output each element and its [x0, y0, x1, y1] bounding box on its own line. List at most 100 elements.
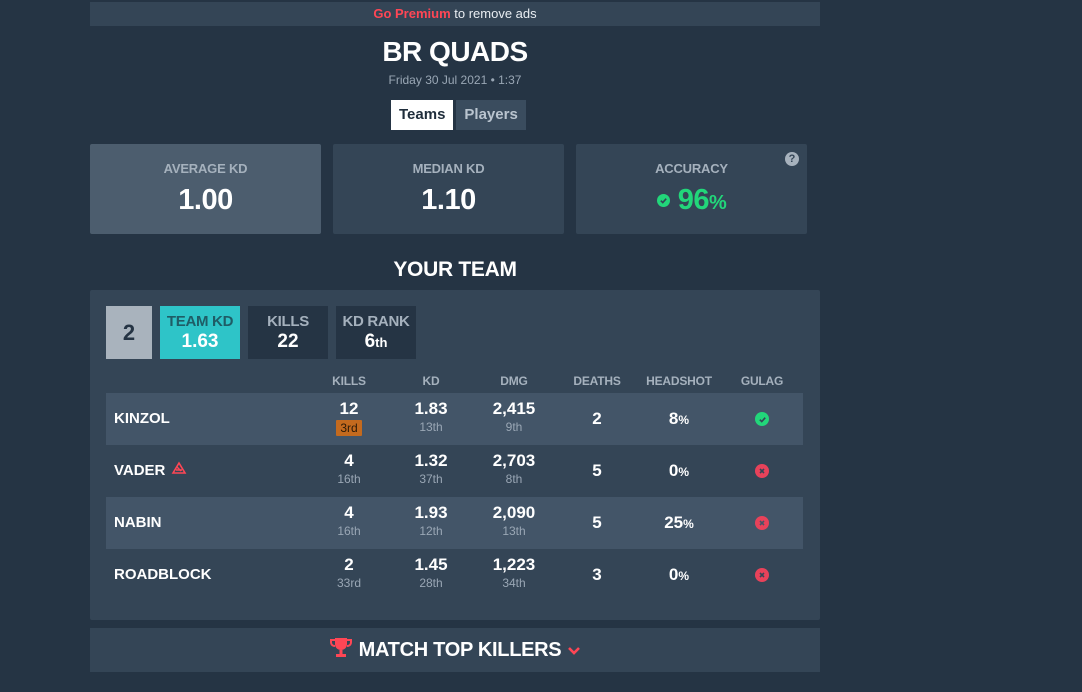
dmg-cell: 1,223 34th	[474, 555, 554, 591]
team-kd-pill: TEAM KD 1.63	[160, 306, 240, 359]
kills-cell: 4 16th	[309, 503, 389, 539]
kills-rank: 16th	[337, 472, 361, 486]
player-name[interactable]: NABIN	[114, 497, 162, 549]
match-top-killers-toggle[interactable]: MATCH TOP KILLERS	[90, 628, 820, 672]
ad-banner: Go Premium to remove ads	[90, 2, 820, 26]
kills-rank: 3rd	[336, 420, 362, 436]
kd-cell: 1.32 37th	[391, 451, 471, 487]
accuracy-value: 96%	[576, 184, 807, 217]
kd-rank-value: 6th	[336, 331, 416, 353]
kills-rank: 33rd	[336, 576, 362, 590]
dmg-rank: 13th	[502, 524, 526, 538]
deaths-cell: 5	[557, 497, 637, 549]
median-kd-label: MEDIAN KD	[412, 161, 485, 176]
accuracy-number: 96	[677, 184, 710, 216]
check-circle-icon	[656, 194, 670, 207]
deaths-cell: 3	[557, 549, 637, 601]
col-header-kd: KD	[422, 374, 440, 388]
col-header-kills: KILLS	[332, 374, 366, 388]
dmg-cell: 2,415 9th	[474, 399, 554, 435]
match-top-killers-label: MATCH TOP KILLERS	[358, 638, 562, 661]
dmg-cell: 2,090 13th	[474, 503, 554, 539]
team-kills-label: KILLS	[267, 313, 309, 330]
kd-rank-number: 6	[364, 331, 376, 352]
average-kd-label: AVERAGE KD	[163, 161, 248, 176]
dmg-cell: 2,703 8th	[474, 451, 554, 487]
match-title: BR QUADS	[382, 36, 528, 67]
kd-rank: 37th	[419, 472, 443, 486]
headshot-value: 0	[668, 565, 679, 584]
accuracy-unit: %	[708, 192, 727, 214]
tab-players[interactable]: Players	[456, 100, 526, 130]
median-kd-card: MEDIAN KD 1.10	[333, 144, 564, 234]
dmg-value: 1,223	[492, 555, 536, 574]
view-tabs: Teams Players	[391, 100, 526, 130]
table-row[interactable]: ROADBLOCK 2 33rd 1.45 28th 1,223 34th 3 …	[106, 549, 803, 601]
kd-rank: 12th	[419, 524, 443, 538]
player-name[interactable]: VADER	[114, 445, 165, 497]
kills-cell: 12 3rd	[309, 399, 389, 437]
col-header-gulag: GULAG	[740, 374, 784, 388]
deaths-cell: 5	[557, 445, 637, 497]
dmg-value: 2,090	[492, 503, 536, 522]
player-name[interactable]: KINZOL	[114, 393, 170, 445]
team-kd-label: TEAM KD	[166, 313, 234, 330]
team-position-badge: 2	[106, 306, 152, 359]
x-circle-icon	[755, 568, 769, 582]
team-kd-value: 1.63	[181, 331, 219, 352]
team-kills-value: 22	[277, 331, 299, 352]
headshot-cell: 8%	[668, 409, 690, 428]
kills-rank: 16th	[337, 524, 361, 538]
deaths-value: 5	[592, 461, 602, 480]
your-team-heading: YOUR TEAM	[393, 258, 517, 281]
kills-value: 12	[339, 399, 359, 418]
col-header-dmg: DMG	[500, 374, 528, 388]
tab-teams[interactable]: Teams	[391, 100, 454, 130]
headshot-value: 25	[664, 513, 684, 532]
average-kd-card: AVERAGE KD 1.00	[90, 144, 321, 234]
team-panel: 2 TEAM KD 1.63 KILLS 22 KD RANK 6th KILL…	[90, 290, 820, 620]
x-circle-icon	[755, 516, 769, 530]
dmg-rank: 9th	[505, 420, 523, 434]
table-row[interactable]: KINZOL 12 3rd 1.83 13th 2,415 9th 2 8%	[106, 393, 803, 445]
kd-cell: 1.83 13th	[391, 399, 471, 435]
kd-rank: 28th	[419, 576, 443, 590]
kills-value: 4	[344, 451, 354, 470]
col-header-deaths: DEATHS	[573, 374, 621, 388]
kd-rank-label: KD RANK	[342, 313, 410, 330]
accuracy-card: ? ACCURACY 96%	[576, 144, 807, 234]
go-premium-link[interactable]: Go Premium	[373, 6, 450, 21]
player-name[interactable]: ROADBLOCK	[114, 549, 212, 601]
dmg-rank: 8th	[505, 472, 523, 486]
kills-value: 2	[344, 555, 354, 574]
x-circle-icon	[755, 464, 769, 478]
average-kd-value: 1.00	[178, 184, 233, 216]
ad-suffix: to remove ads	[450, 6, 537, 21]
dmg-value: 2,703	[492, 451, 536, 470]
kd-rank: 13th	[419, 420, 443, 434]
check-circle-icon	[755, 412, 769, 426]
player-badge-icon	[171, 445, 187, 497]
kd-value: 1.93	[414, 503, 448, 522]
median-kd-value: 1.10	[421, 184, 476, 216]
col-header-headshot: HEADSHOT	[646, 374, 712, 388]
deaths-value: 5	[592, 513, 602, 532]
dmg-value: 2,415	[492, 399, 536, 418]
kills-value: 4	[344, 503, 354, 522]
player-name-wrap: VADER	[114, 445, 187, 497]
headshot-value: 8	[668, 409, 679, 428]
dmg-rank: 34th	[502, 576, 526, 590]
table-row[interactable]: VADER 4 16th 1.32 37th 2,703 8th 5 0%	[106, 445, 803, 497]
team-kd-rank-pill: KD RANK 6th	[336, 306, 416, 359]
kills-cell: 4 16th	[309, 451, 389, 487]
kd-rank-suffix: th	[375, 335, 388, 350]
kd-value: 1.83	[414, 399, 448, 418]
team-kills-pill: KILLS 22	[248, 306, 328, 359]
deaths-cell: 2	[557, 393, 637, 445]
kd-value: 1.32	[414, 451, 448, 470]
help-icon[interactable]: ?	[785, 152, 799, 166]
table-row[interactable]: NABIN 4 16th 1.93 12th 2,090 13th 5 25%	[106, 497, 803, 549]
trophy-icon	[329, 636, 353, 664]
headshot-value: 0	[668, 461, 679, 480]
deaths-value: 3	[592, 565, 602, 584]
